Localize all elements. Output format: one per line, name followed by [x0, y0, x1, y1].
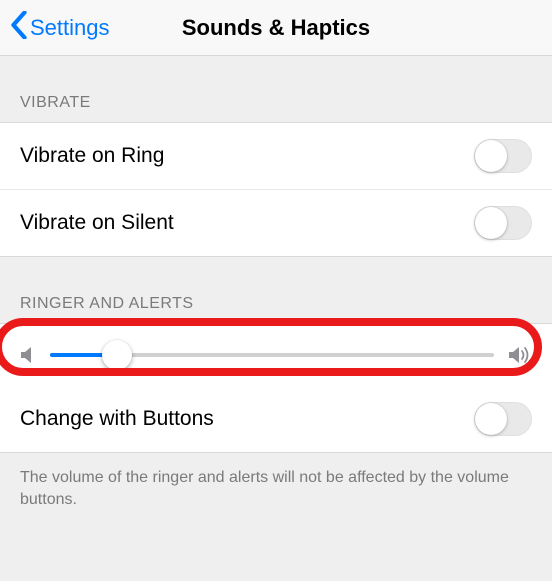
switch-knob [475, 140, 507, 172]
ringer-footer-text: The volume of the ringer and alerts will… [0, 453, 552, 530]
volume-slider-thumb[interactable] [102, 340, 132, 370]
switch-knob [475, 403, 507, 435]
change-with-buttons-row[interactable]: Change with Buttons [0, 386, 552, 452]
ringer-group: Change with Buttons [0, 323, 552, 453]
vibrate-on-silent-row[interactable]: Vibrate on Silent [0, 189, 552, 256]
chevron-left-icon [10, 11, 28, 45]
vibrate-on-ring-switch[interactable] [474, 139, 532, 173]
vibrate-section-label: Vibrate [0, 56, 552, 122]
ringer-section-label: Ringer and Alerts [0, 257, 552, 323]
speaker-low-icon [20, 346, 36, 364]
vibrate-on-ring-label: Vibrate on Ring [20, 144, 164, 168]
switch-knob [475, 207, 507, 239]
volume-slider-row [0, 324, 552, 386]
back-button[interactable]: Settings [0, 11, 110, 45]
speaker-high-icon [508, 346, 532, 364]
vibrate-on-ring-row[interactable]: Vibrate on Ring [0, 123, 552, 189]
scrollbar[interactable] [546, 56, 552, 581]
vibrate-on-silent-switch[interactable] [474, 206, 532, 240]
content-scroll[interactable]: Vibrate Vibrate on Ring Vibrate on Silen… [0, 56, 552, 581]
nav-bar: Settings Sounds & Haptics [0, 0, 552, 56]
vibrate-on-silent-label: Vibrate on Silent [20, 211, 174, 235]
vibrate-group: Vibrate on Ring Vibrate on Silent [0, 122, 552, 257]
change-with-buttons-switch[interactable] [474, 402, 532, 436]
change-with-buttons-label: Change with Buttons [20, 407, 214, 431]
volume-slider[interactable] [50, 353, 494, 357]
back-label: Settings [30, 15, 110, 41]
